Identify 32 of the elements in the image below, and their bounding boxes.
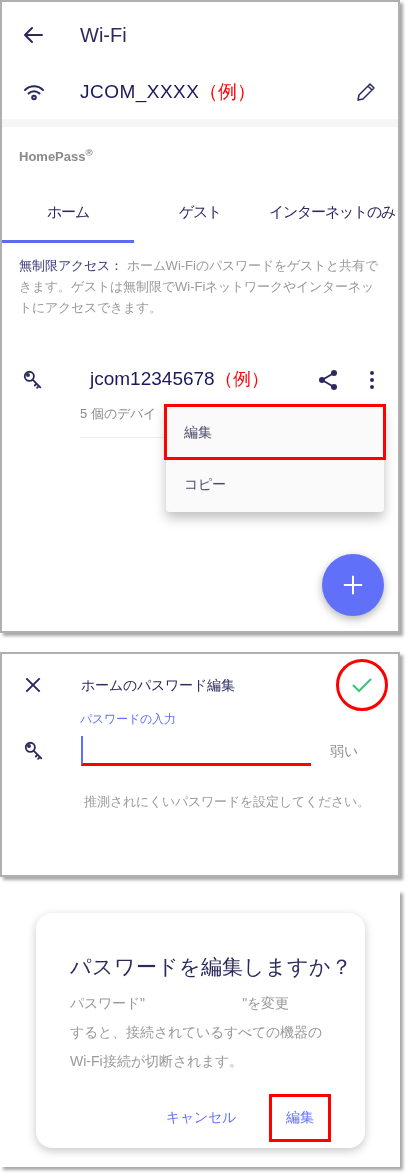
description: 無制限アクセス： ホームWi-Fiのパスワードをゲストと共有できます。ゲストは無制限でWi-Fiネットワークやインターネットにアクセスできます。: [19, 256, 379, 317]
dialog-message-line: Wi-Fi接続が切断されます。: [70, 1051, 243, 1071]
network-name: JCOM_XXXX: [80, 79, 200, 105]
menu-item[interactable]: 編集: [166, 406, 384, 458]
key-icon: [22, 368, 44, 391]
dialog-button[interactable]: 編集: [269, 1093, 331, 1142]
password-text: jcom12345678: [90, 367, 215, 392]
password-field[interactable]: [81, 736, 311, 766]
tab[interactable]: ゲスト: [134, 192, 266, 243]
dialog-title: ホームのパスワード編集: [81, 675, 235, 695]
dialog-button[interactable]: キャンセル: [149, 1093, 253, 1142]
field-label: パスワードの入力: [80, 711, 177, 728]
dialog-message-line: すると、接続されているすべての機器の: [70, 1022, 322, 1042]
tab[interactable]: インターネットのみ: [266, 192, 398, 243]
strength-label: 弱い: [330, 741, 358, 761]
menu-item[interactable]: コピー: [166, 458, 384, 510]
example-note: （例）: [199, 79, 257, 104]
dialog-message-line: パスワード" "を変更: [70, 993, 290, 1013]
hint-text: 推測されにくいパスワードを設定してください。: [84, 793, 371, 811]
device-count: 5 個のデバイ: [80, 404, 157, 423]
dialog-title: パスワードを編集しますか？: [70, 954, 345, 980]
share-icon[interactable]: [316, 367, 340, 392]
pencil-icon[interactable]: [354, 80, 378, 104]
tab[interactable]: ホーム: [2, 192, 134, 243]
key-icon: [23, 740, 45, 762]
plus-icon: [342, 574, 364, 596]
example-note: （例）: [214, 368, 269, 391]
confirm-button[interactable]: [336, 659, 388, 711]
add-button[interactable]: [322, 554, 384, 616]
screen-title: Wi-Fi: [80, 23, 127, 48]
section-label: HomePass$^{®}$: [19, 147, 94, 166]
close-icon[interactable]: [23, 675, 43, 695]
